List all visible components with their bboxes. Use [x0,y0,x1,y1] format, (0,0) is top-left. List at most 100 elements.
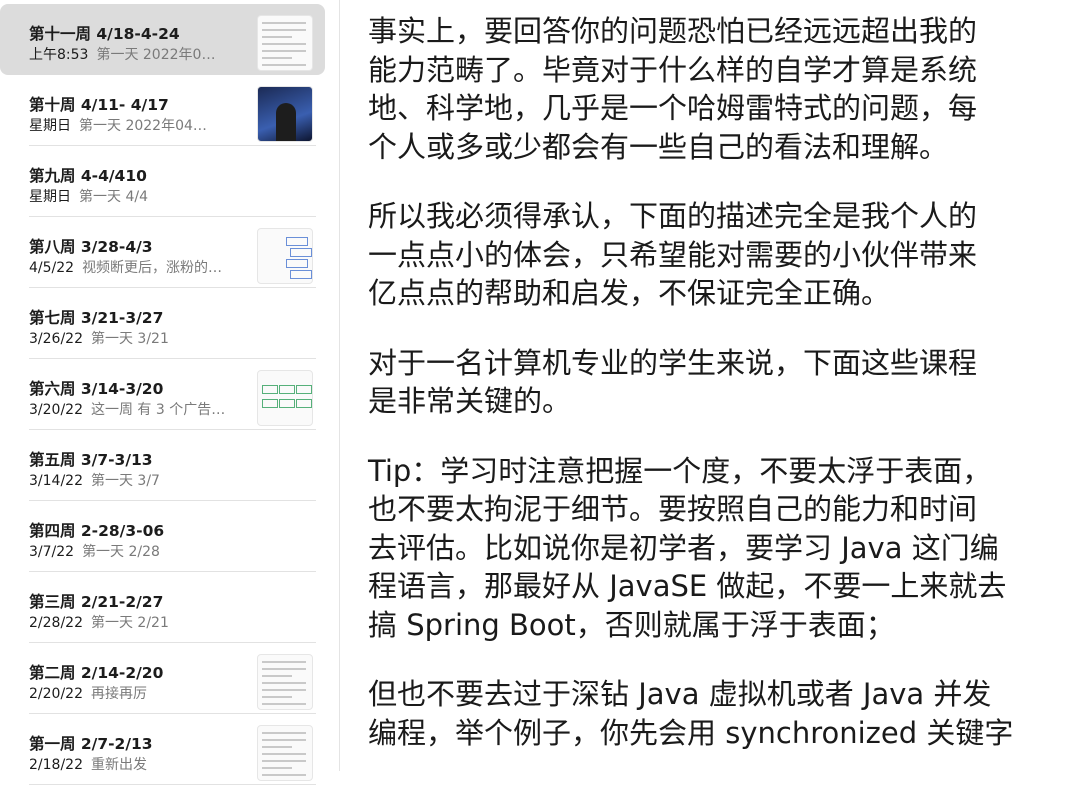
text-line [262,703,306,705]
note-list-item[interactable]: 第四周 2-28/3-06 3/7/22 第一天 2/28 [0,501,330,572]
paragraph-line: 个人或多或少都会有一些自己的看法和理解。 [368,129,949,164]
diagram-box [286,259,308,268]
note-date: 3/20/22 [29,402,83,418]
tag-chip [279,399,295,408]
diagram-box [286,237,308,246]
paragraph-line: 是非常关键的。 [368,384,572,418]
note-list-item[interactable]: 第八周 3/28-4/3 4/5/22 视频断更后，涨粉的… [0,217,330,288]
note-preview: 视频断更后，涨粉的… [82,260,223,276]
note-title: 第四周 2-28/3-06 [29,522,165,540]
note-list-item[interactable]: 第九周 4-4/410 星期日 第一天 4/4 [0,146,330,217]
note-date: 星期日 [29,189,71,205]
note-date: 3/26/22 [29,331,83,347]
note-title: 第九周 4-4/410 [29,167,147,185]
note-title: 第八周 3/28-4/3 [29,238,153,256]
note-list-item[interactable]: 第十一周 4/18-4-24 上午8:53 第一天 2022年0… [0,4,325,75]
paragraph-line: 事实上，要回答你的问题恐怕已经远远超出我的 [368,14,978,48]
tag-chip [279,385,295,394]
paragraph-line: Tip：学习时注意把握一个度，不要太浮于表面， [368,453,992,488]
text-line [262,682,306,684]
text-line [262,668,306,670]
text-line [262,22,306,24]
note-list-item[interactable]: 第十周 4/11- 4/17 星期日 第一天 2022年04… [0,75,330,146]
text-line [262,675,292,677]
note-date: 3/7/22 [29,544,75,560]
note-meta: 上午8:53 第一天 2022年0… [29,44,215,64]
note-title: 第一周 2/7-2/13 [29,735,153,753]
note-paragraph: 事实上，要回答你的问题恐怕已经远远超出我的 能力范畴了。毕竟对于什么样的自学才算是… [368,12,1068,166]
text-line [262,732,306,734]
paragraph-line: 地、科学地，几乎是一个哈姆雷特式的问题，每 [368,91,978,125]
note-editor[interactable]: 事实上，要回答你的问题恐怕已经远远超出我的 能力范畴了。毕竟对于什么样的自学才算是… [368,12,1068,783]
tag-chip [262,385,278,394]
tag-chip [262,399,278,408]
diagram-box [290,248,312,257]
note-preview: 第一天 2/21 [90,615,169,631]
text-line [262,50,306,52]
note-preview: 第一天 3/7 [90,473,160,489]
note-meta: 3/26/22 第一天 3/21 [29,328,169,348]
text-line [262,36,292,38]
note-meta: 星期日 第一天 4/4 [29,186,148,206]
note-thumbnail [257,15,313,71]
note-preview: 再接再厉 [90,686,147,702]
notes-list: 第十一周 4/18-4-24 上午8:53 第一天 2022年0… 第十周 4/11-… [0,0,330,785]
paragraph-line: 一点点小的体会，只希望能对需要的小伙伴带来 [368,237,978,272]
note-date: 2/28/22 [29,615,83,631]
note-preview: 第一天 3/21 [90,331,169,347]
text-line [262,739,306,741]
note-meta: 4/5/22 视频断更后，涨粉的… [29,257,222,277]
note-thumbnail [257,654,313,710]
note-thumbnail [257,86,313,142]
paragraph-line: 亿点点的帮助和启发，不保证完全正确。 [368,276,891,310]
note-list-item[interactable]: 第二周 2/14-2/20 2/20/22 再接再厉 [0,643,330,714]
note-thumbnail [257,228,313,284]
note-paragraph: 但也不要去过于深钻 Java 虚拟机或者 Java 并发 编程，举个例子，你先会用… [368,675,1068,752]
note-preview: 第一天 2/28 [82,544,160,560]
paragraph-line: 程语言，那最好从 JavaSE 做起，不要一上来就去 [368,569,1007,603]
note-title: 第三周 2/21-2/27 [29,593,164,611]
note-meta: 星期日 第一天 2022年04… [29,115,207,135]
text-line [262,57,292,59]
note-thumbnail [257,370,313,426]
text-line [262,689,306,691]
note-paragraph: Tip：学习时注意把握一个度，不要太浮于表面， 也不要太拘泥于细节。要按照自己的能… [368,452,1068,645]
note-meta: 2/28/22 第一天 2/21 [29,612,169,632]
paragraph-line: 去评估。比如说你是初学者，要学习 Java 这门编 [368,530,999,565]
tag-chip [296,385,312,394]
text-line [262,64,306,66]
text-line [262,29,306,31]
note-date: 上午8:53 [29,47,89,63]
note-list-item[interactable]: 第六周 3/14-3/20 3/20/22 这一周 有 3 个广告… [0,359,330,430]
diagram-box [290,270,312,279]
tag-chip [296,399,312,408]
paragraph-line: 也不要太拘泥于细节。要按照自己的能力和时间 [368,492,978,526]
pane-divider[interactable] [339,0,340,771]
note-title: 第六周 3/14-3/20 [29,380,164,398]
note-title: 第十一周 4/18-4-24 [29,25,180,43]
note-preview: 第一天 2022年0… [96,47,216,63]
text-line [262,760,306,762]
text-line [262,767,292,769]
text-line [262,753,306,755]
text-line [262,696,292,698]
note-list-item[interactable]: 第一周 2/7-2/13 2/18/22 重新出发 [0,714,330,785]
paragraph-line: 对于一名计算机专业的学生来说，下面这些课程 [368,345,978,380]
note-list-item[interactable]: 第七周 3/21-3/27 3/26/22 第一天 3/21 [0,288,330,359]
note-paragraph: 对于一名计算机专业的学生来说，下面这些课程 是非常关键的。 [368,344,1068,421]
note-list-item[interactable]: 第五周 3/7-3/13 3/14/22 第一天 3/7 [0,430,330,501]
text-line [262,43,306,45]
note-meta: 2/20/22 再接再厉 [29,683,147,703]
text-line [262,774,306,776]
note-date: 4/5/22 [29,260,75,276]
note-preview: 这一周 有 3 个广告… [90,402,226,418]
note-meta: 3/7/22 第一天 2/28 [29,541,160,561]
note-preview: 第一天 4/4 [79,189,148,205]
note-list-item[interactable]: 第三周 2/21-2/27 2/28/22 第一天 2/21 [0,572,330,643]
paragraph-line: 所以我必须得承认，下面的描述完全是我个人的 [368,199,978,233]
note-preview: 第一天 2022年04… [79,118,207,134]
note-title: 第十周 4/11- 4/17 [29,96,169,114]
note-meta: 3/14/22 第一天 3/7 [29,470,160,490]
text-line [262,661,306,663]
note-date: 2/20/22 [29,686,83,702]
